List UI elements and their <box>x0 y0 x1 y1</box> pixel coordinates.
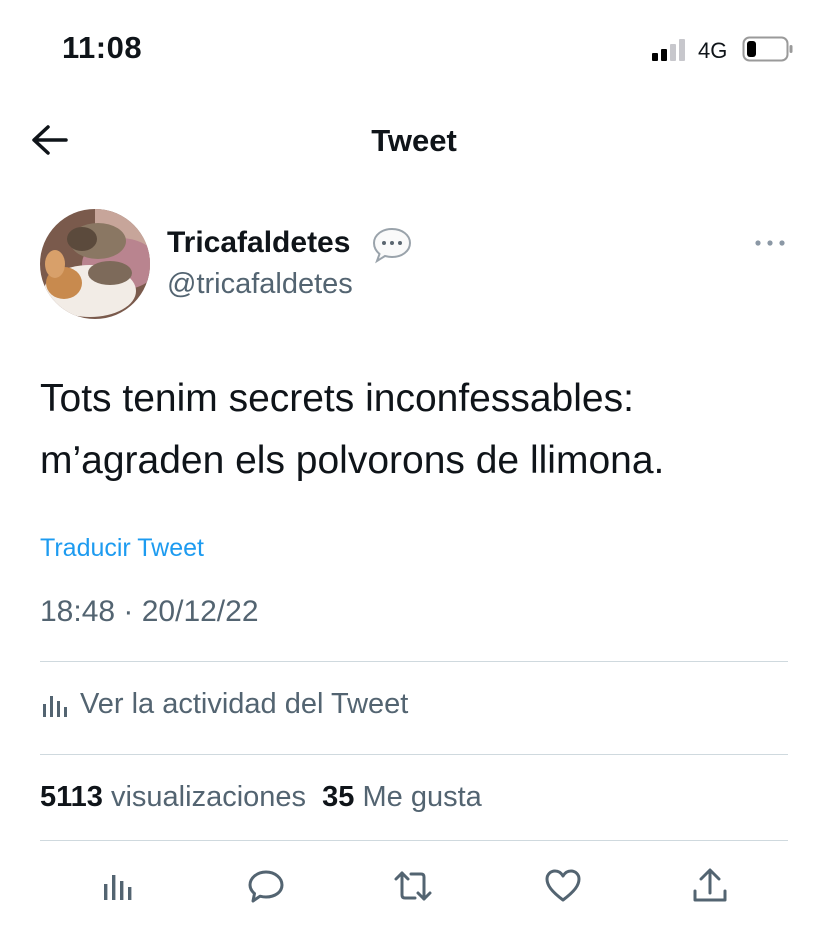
reply-icon <box>248 870 284 903</box>
like-icon <box>545 869 581 902</box>
share-button[interactable] <box>690 866 730 906</box>
author-handle[interactable]: @tricafaldetes <box>167 268 353 301</box>
divider <box>40 661 788 662</box>
likes-count[interactable]: 35 <box>322 781 354 813</box>
signal-icon <box>652 39 685 61</box>
tweet-text-line: m’agraden els polvorons de llimona. <box>40 439 665 482</box>
tweet-timestamp: 18:48 · 20/12/22 <box>40 595 259 628</box>
speech-bubble-icon <box>372 227 412 264</box>
page-title: Tweet <box>371 123 457 158</box>
tweet-activity-link[interactable]: Ver la actividad del Tweet <box>80 688 408 721</box>
views-count[interactable]: 5113 <box>40 781 103 813</box>
status-time: 11:08 <box>62 30 143 65</box>
network-type: 4G <box>698 38 728 63</box>
retweet-icon <box>394 871 432 901</box>
tweet-text: Tots tenim secrets inconfessables: m’agr… <box>40 368 800 492</box>
analytics-icon[interactable] <box>42 692 68 718</box>
avatar[interactable] <box>40 209 150 319</box>
divider <box>40 754 788 755</box>
battery-icon <box>742 36 793 62</box>
like-button[interactable] <box>543 866 583 906</box>
reply-button[interactable] <box>246 866 286 906</box>
author-name[interactable]: Tricafaldetes <box>167 226 350 260</box>
tweet-text-line: Tots tenim secrets inconfessables: <box>40 377 634 420</box>
retweet-button[interactable] <box>393 866 433 906</box>
analytics-icon <box>104 875 132 900</box>
share-icon <box>693 868 727 902</box>
likes-label[interactable]: Me gusta <box>362 781 481 813</box>
tweet-stats: 5113 visualizaciones 35 Me gusta <box>40 781 482 814</box>
views-label: visualizaciones <box>110 781 307 813</box>
more-icon[interactable] <box>753 233 787 253</box>
translate-link[interactable]: Traducir Tweet <box>40 534 204 563</box>
analytics-button[interactable] <box>98 866 138 906</box>
divider <box>40 840 788 841</box>
